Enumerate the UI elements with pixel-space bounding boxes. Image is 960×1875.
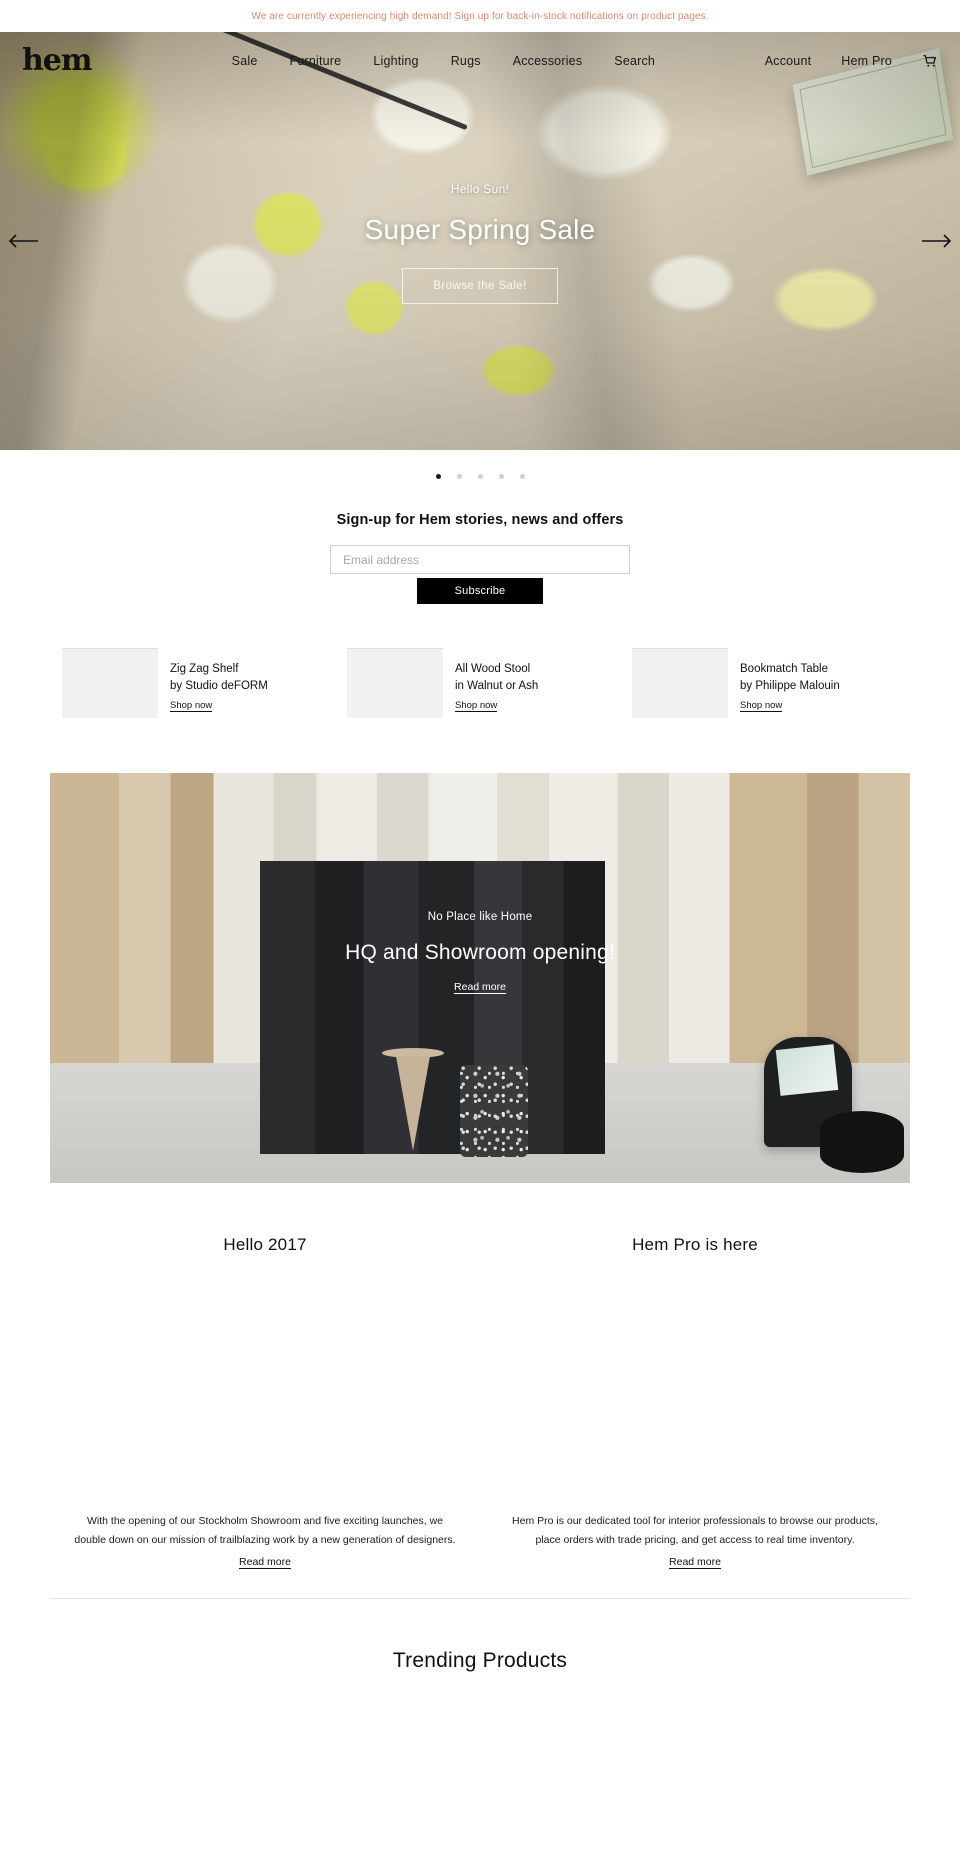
promo-subtitle: by Philippe Malouin	[740, 680, 840, 692]
promo-thumbnail[interactable]	[62, 648, 158, 718]
nav-item-hem-pro[interactable]: Hem Pro	[841, 54, 892, 68]
promo-card-all-wood-stool[interactable]: All Wood Stool in Walnut or Ash Shop now	[347, 648, 613, 718]
promo-body: Bookmatch Table by Philippe Malouin Shop…	[740, 648, 840, 713]
promo-subtitle: by Studio deFORM	[170, 680, 268, 692]
shopping-cart-icon[interactable]	[922, 53, 938, 69]
hero-dot-2[interactable]	[456, 473, 462, 479]
feature-terrazzo-object	[460, 1065, 528, 1157]
editorial-image[interactable]	[50, 1279, 480, 1494]
promo-shop-now-link[interactable]: Shop now	[740, 700, 783, 712]
announcement-bar: We are currently experiencing high deman…	[0, 0, 960, 32]
hero-title: Super Spring Sale	[364, 214, 596, 245]
hero-next-arrow[interactable]	[920, 228, 954, 254]
nav-item-furniture[interactable]: Furniture	[289, 54, 341, 68]
feature-eyebrow: No Place like Home	[427, 911, 533, 923]
trending-heading: Trending Products	[392, 1649, 568, 1672]
subscribe-button[interactable]: Subscribe	[417, 578, 543, 604]
hero-dot-3[interactable]	[477, 473, 483, 479]
nav-item-sale[interactable]: Sale	[232, 54, 258, 68]
promo-title: Bookmatch Table	[740, 663, 829, 675]
hero-eyebrow: Hello Sun!	[450, 182, 510, 196]
hero-dot-5[interactable]	[519, 473, 525, 479]
promo-shop-now-link[interactable]: Shop now	[455, 700, 498, 712]
editorial-card-hem-pro: Hem Pro is here Hem Pro is our dedicated…	[480, 1235, 910, 1570]
main-navigation: hem Sale Furniture Lighting Rugs Accesso…	[0, 32, 960, 90]
editorial-title: Hello 2017	[223, 1235, 307, 1254]
feature-read-more-link[interactable]: Read more	[454, 981, 506, 994]
editorial-text: Hem Pro is our dedicated tool for interi…	[512, 1515, 878, 1546]
feature-copy: No Place like Home HQ and Showroom openi…	[50, 911, 910, 995]
editorial-image[interactable]	[480, 1279, 910, 1494]
nav-item-lighting[interactable]: Lighting	[373, 54, 418, 68]
promo-title: All Wood Stool	[455, 663, 531, 675]
hero-slider: hem Sale Furniture Lighting Rugs Accesso…	[0, 32, 960, 450]
nav-item-rugs[interactable]: Rugs	[451, 54, 481, 68]
hero-dot-1[interactable]	[435, 473, 441, 479]
promo-strip: Zig Zag Shelf by Studio deFORM Shop now …	[0, 604, 960, 718]
secondary-nav-links: Account Hem Pro	[765, 53, 938, 69]
promo-thumbnail[interactable]	[347, 648, 443, 718]
promo-card-bookmatch-table[interactable]: Bookmatch Table by Philippe Malouin Shop…	[632, 648, 898, 718]
hero-prev-arrow[interactable]	[6, 228, 40, 254]
editorial-title: Hem Pro is here	[632, 1235, 758, 1254]
editorial-text: With the opening of our Stockholm Showro…	[74, 1515, 456, 1546]
feature-banner[interactable]: No Place like Home HQ and Showroom openi…	[50, 773, 910, 1183]
hero-pagination-dots	[0, 450, 960, 502]
nav-item-accessories[interactable]: Accessories	[513, 54, 583, 68]
promo-body: All Wood Stool in Walnut or Ash Shop now	[455, 648, 538, 713]
promo-thumbnail[interactable]	[632, 648, 728, 718]
primary-nav-links: Sale Furniture Lighting Rugs Accessories…	[232, 54, 655, 68]
feature-title: HQ and Showroom opening!	[345, 941, 615, 964]
site-logo[interactable]: hem	[22, 46, 93, 76]
editorial-read-more-link[interactable]: Read more	[669, 1556, 721, 1569]
promo-body: Zig Zag Shelf by Studio deFORM Shop now	[170, 648, 268, 713]
hero-dot-4[interactable]	[498, 473, 504, 479]
email-input[interactable]	[330, 545, 630, 574]
nav-item-search[interactable]: Search	[614, 54, 655, 68]
hero-copy: Hello Sun! Super Spring Sale Browse the …	[0, 182, 960, 304]
trending-products-section: Trending Products	[0, 1599, 960, 1673]
feature-drum-object	[820, 1111, 904, 1173]
announcement-text: We are currently experiencing high deman…	[251, 10, 709, 22]
newsletter-heading: Sign-up for Hem stories, news and offers	[336, 512, 624, 528]
newsletter-section: Sign-up for Hem stories, news and offers…	[0, 502, 960, 604]
editorial-read-more-link[interactable]: Read more	[239, 1556, 291, 1569]
promo-shop-now-link[interactable]: Shop now	[170, 700, 213, 712]
promo-subtitle: in Walnut or Ash	[455, 680, 539, 692]
hero-cta-button[interactable]: Browse the Sale!	[402, 268, 558, 304]
promo-title: Zig Zag Shelf	[170, 663, 239, 675]
nav-item-account[interactable]: Account	[765, 54, 812, 68]
feature-stool-object	[382, 1048, 444, 1153]
editorial-card-hello-2017: Hello 2017 With the opening of our Stock…	[50, 1235, 480, 1570]
promo-card-zig-zag-shelf[interactable]: Zig Zag Shelf by Studio deFORM Shop now	[62, 648, 328, 718]
editorial-section: Hello 2017 With the opening of our Stock…	[0, 1183, 960, 1570]
